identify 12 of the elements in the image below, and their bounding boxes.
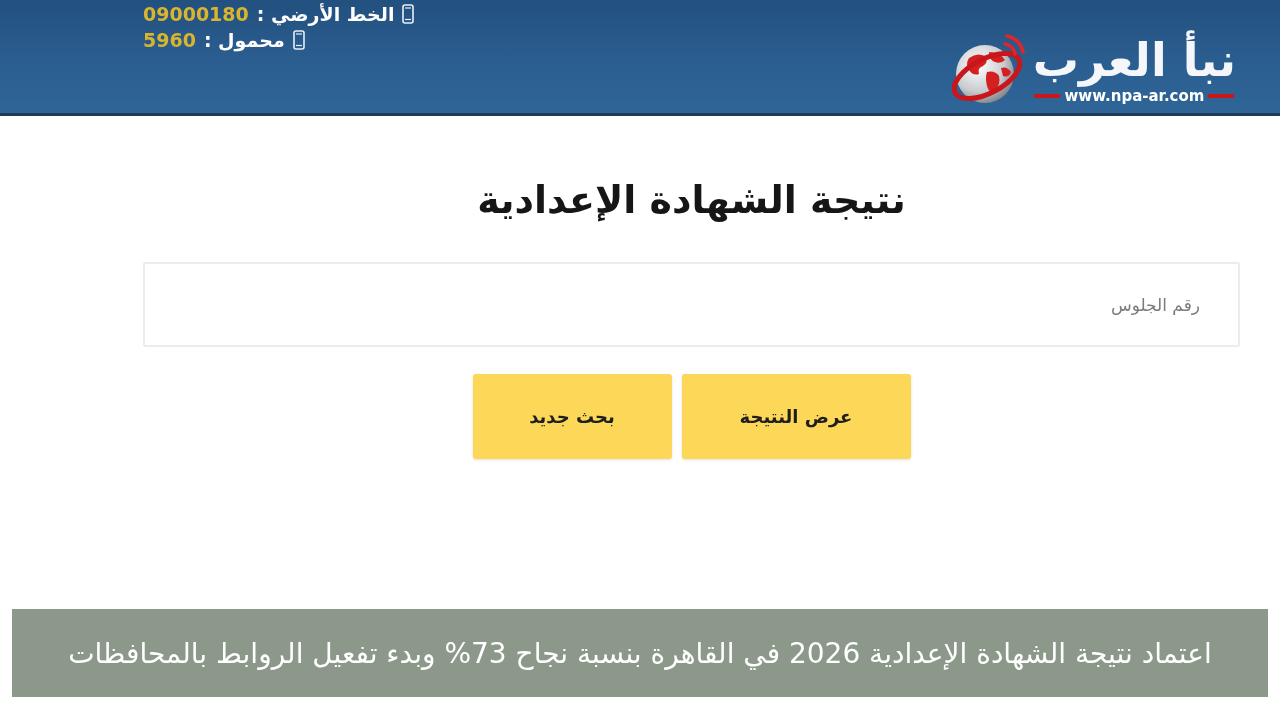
contact-number: 5960 bbox=[143, 29, 196, 51]
mobile-phone-icon bbox=[292, 30, 305, 50]
logo-url: www.npa-ar.com bbox=[1064, 87, 1205, 106]
contact-label: محمول : bbox=[203, 29, 285, 51]
new-search-button[interactable]: بحث جديد bbox=[472, 374, 672, 459]
seat-number-field[interactable]: رقم الجلوس bbox=[143, 262, 1240, 347]
contact-label: الخط الأرضي : bbox=[256, 3, 395, 25]
page-title: نتيجة الشهادة الإعدادية bbox=[477, 177, 906, 224]
contact-number: 09000180 bbox=[143, 3, 249, 25]
show-result-button[interactable]: عرض النتيجة bbox=[681, 374, 911, 459]
mobile-phone-icon bbox=[402, 4, 415, 24]
caption-banner: اعتماد نتيجة الشهادة الإعدادية 2026 في القاهرة بنسبة نجاح 73% وبدء تفعيل الروابط بالمحافظات bbox=[12, 609, 1268, 697]
